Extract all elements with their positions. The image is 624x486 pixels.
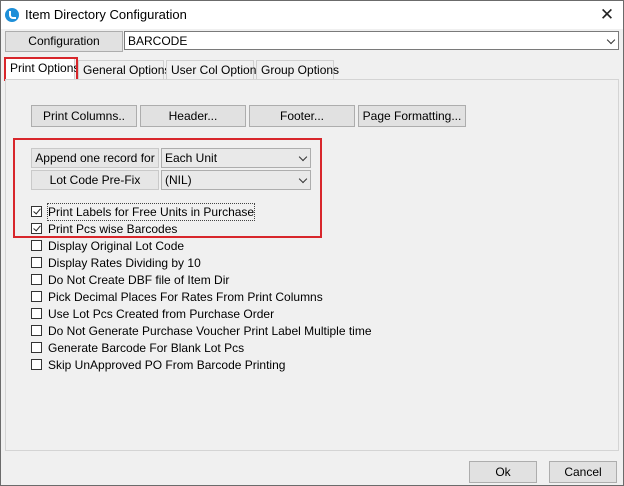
page-formatting-button[interactable]: Page Formatting... — [358, 105, 466, 127]
checkbox-label: Display Rates Dividing by 10 — [48, 256, 201, 270]
append-record-value: Each Unit — [165, 151, 218, 165]
configuration-select-value: BARCODE — [128, 34, 188, 48]
checkbox-icon[interactable] — [31, 342, 42, 353]
dialog-window: Item Directory Configuration ✕ Configura… — [0, 0, 624, 486]
chevron-down-icon — [298, 174, 308, 184]
checkbox-label: Display Original Lot Code — [48, 239, 185, 253]
title-bar: Item Directory Configuration ✕ — [1, 1, 623, 29]
checkbox-icon[interactable] — [31, 257, 42, 268]
append-record-select[interactable]: Each Unit — [161, 148, 311, 168]
checkbox-icon[interactable] — [31, 240, 42, 251]
window-title: Item Directory Configuration — [25, 7, 187, 22]
checkbox-label: Print Labels for Free Units in Purchase — [46, 203, 256, 221]
checkbox-label: Print Pcs wise Barcodes — [48, 222, 178, 236]
checkbox-label: Skip UnApproved PO From Barcode Printing — [48, 358, 286, 372]
append-record-label: Append one record for — [31, 148, 159, 168]
footer-button[interactable]: Footer... — [249, 105, 355, 127]
print-columns-button[interactable]: Print Columns.. — [31, 105, 137, 127]
tab-general-options[interactable]: General Options — [78, 60, 170, 79]
checkbox-icon[interactable] — [31, 359, 42, 370]
configuration-row: Configuration BARCODE — [5, 31, 621, 52]
tab-user-col-options[interactable]: User Col Options — [166, 60, 262, 79]
chevron-down-icon — [298, 152, 308, 162]
checkbox-icon[interactable] — [31, 325, 42, 336]
close-icon[interactable]: ✕ — [595, 4, 619, 26]
lot-code-prefix-label: Lot Code Pre-Fix — [31, 170, 159, 190]
configuration-button[interactable]: Configuration — [5, 31, 123, 52]
checkbox-label: Generate Barcode For Blank Lot Pcs — [48, 341, 245, 355]
checkbox-icon[interactable] — [31, 223, 42, 234]
tab-group-options[interactable]: Group Options — [256, 60, 339, 79]
checkbox-label: Pick Decimal Places For Rates From Print… — [48, 290, 323, 304]
checkbox-label: Use Lot Pcs Created from Purchase Order — [48, 307, 275, 321]
configuration-select[interactable]: BARCODE — [124, 31, 619, 50]
lot-code-prefix-value: (NIL) — [165, 173, 192, 187]
checkbox-icon[interactable] — [31, 274, 42, 285]
checkbox-label: Do Not Generate Purchase Voucher Print L… — [48, 324, 372, 338]
tab-strip: Print Options General Options User Col O… — [5, 58, 621, 80]
checkbox-icon[interactable] — [31, 206, 42, 217]
checkbox-label: Do Not Create DBF file of Item Dir — [48, 273, 230, 287]
app-icon — [5, 8, 19, 22]
cancel-button[interactable]: Cancel — [549, 461, 617, 483]
tab-highlight-box — [4, 57, 78, 81]
checkbox-icon[interactable] — [31, 308, 42, 319]
ok-button[interactable]: Ok — [469, 461, 537, 483]
header-button[interactable]: Header... — [140, 105, 246, 127]
lot-code-prefix-select[interactable]: (NIL) — [161, 170, 311, 190]
checkbox-icon[interactable] — [31, 291, 42, 302]
chevron-down-icon — [606, 35, 616, 45]
